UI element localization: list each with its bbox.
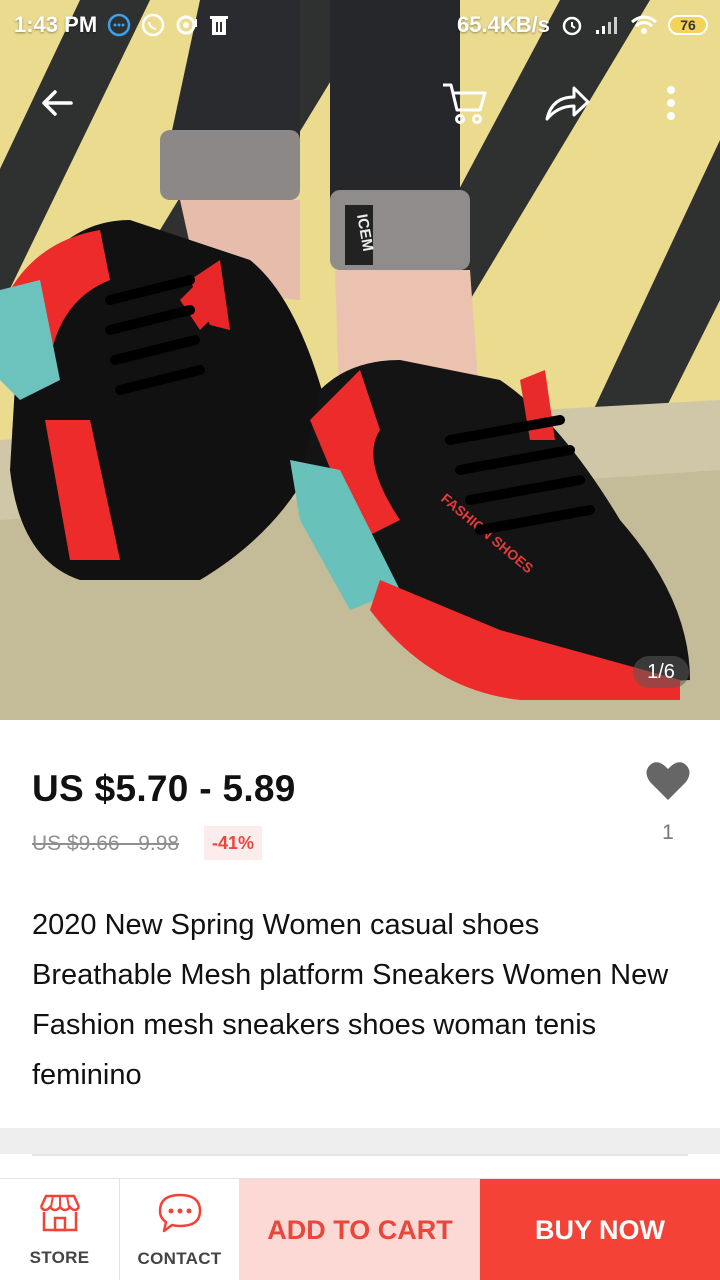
- notification-dot-icon: [175, 13, 199, 37]
- wishlist-count: 1: [662, 821, 674, 844]
- store-icon: [37, 1193, 83, 1238]
- signal-icon: [594, 14, 620, 36]
- more-vertical-icon: [665, 85, 677, 126]
- wifi-icon: [630, 14, 658, 36]
- cart-button[interactable]: [430, 70, 500, 140]
- alarm-icon: [560, 13, 584, 37]
- whatsapp-icon: [141, 13, 165, 37]
- product-image-gallery[interactable]: ICEM FASHION SHOES 1:43 PM 65.4KB/s 76 1…: [0, 0, 720, 720]
- chat-icon: [156, 1192, 204, 1239]
- section-divider: [0, 1128, 720, 1154]
- network-speed: 65.4KB/s: [457, 12, 550, 37]
- wishlist-button[interactable]: 1: [640, 760, 696, 845]
- status-time: 1:43 PM: [14, 12, 98, 37]
- buy-now-button[interactable]: BUY NOW: [480, 1179, 720, 1280]
- share-button[interactable]: [532, 70, 602, 140]
- divider-line: [32, 1154, 688, 1156]
- status-bar: 1:43 PM 65.4KB/s 76: [0, 0, 720, 50]
- chat-bubble-icon: [107, 13, 131, 37]
- share-icon: [542, 81, 592, 130]
- add-to-cart-button[interactable]: ADD TO CART: [240, 1179, 480, 1280]
- original-price: US $9.66 - 9.98: [32, 832, 180, 855]
- back-button[interactable]: [22, 70, 92, 140]
- contact-label: CONTACT: [137, 1248, 222, 1268]
- product-info: US $5.70 - 5.89 US $9.66 - 9.98 -41% 1 2…: [0, 720, 720, 1130]
- cart-icon: [440, 80, 490, 131]
- product-title: 2020 New Spring Women casual shoes Breat…: [32, 909, 669, 1091]
- store-button[interactable]: STORE: [0, 1179, 120, 1280]
- gallery-page-indicator: 1/6: [633, 656, 689, 688]
- bottom-action-bar: STORE CONTACT ADD TO CART BUY NOW: [0, 1178, 720, 1280]
- contact-button[interactable]: CONTACT: [120, 1179, 240, 1280]
- battery-icon: 76: [668, 15, 708, 35]
- product-price: US $5.70 - 5.89: [32, 768, 296, 809]
- back-arrow-icon: [37, 83, 77, 128]
- more-options-button[interactable]: [636, 70, 706, 140]
- discount-badge: -41%: [204, 826, 263, 860]
- top-action-bar: [0, 70, 720, 140]
- heart-icon: [645, 760, 691, 807]
- store-label: STORE: [29, 1247, 90, 1267]
- trash-icon: [209, 14, 229, 36]
